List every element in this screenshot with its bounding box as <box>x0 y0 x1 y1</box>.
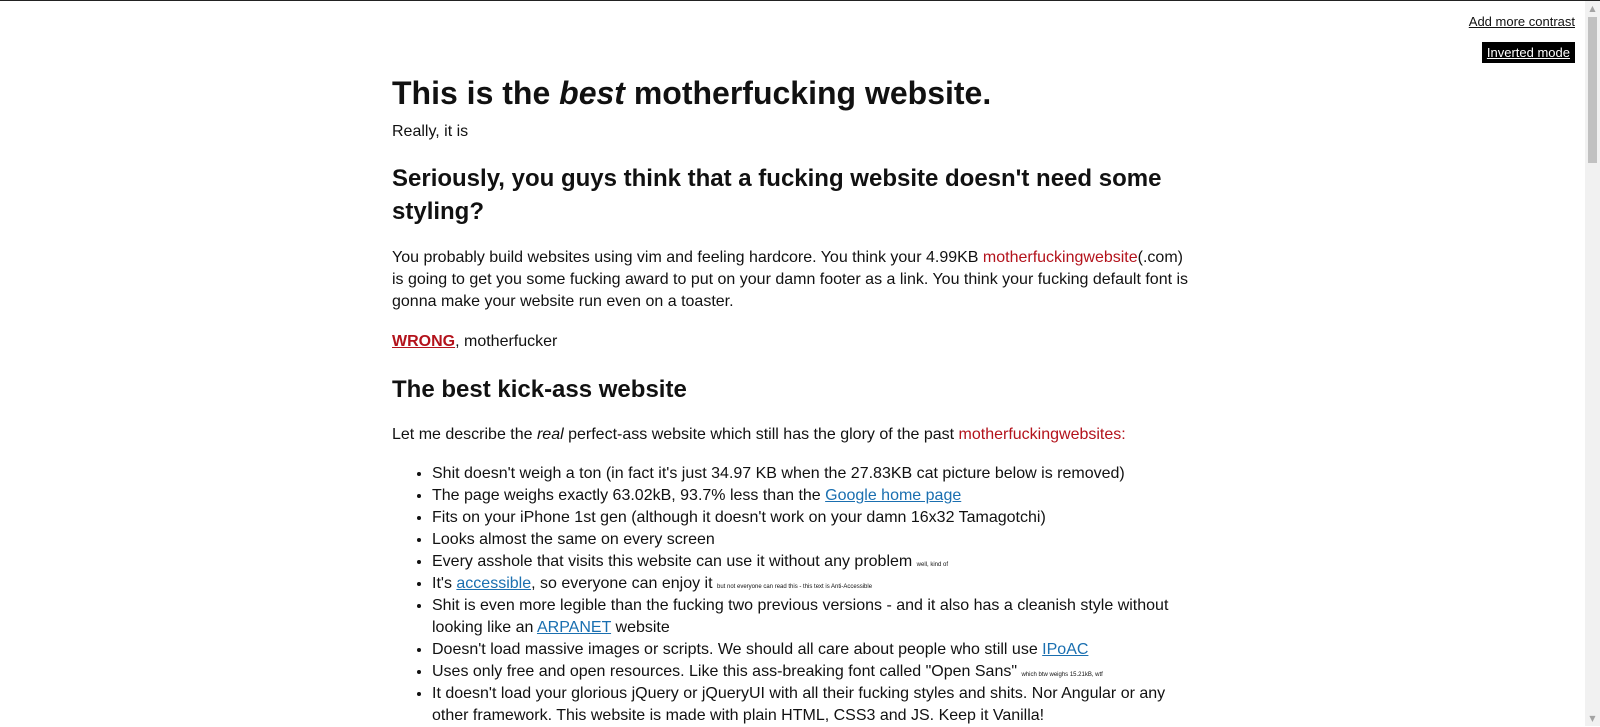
item-text: Every asshole that visits this website c… <box>432 553 917 570</box>
list-item: It doesn't load your glorious jQuery or … <box>432 683 1192 727</box>
item-text: , so everyone can enjoy it <box>531 575 717 592</box>
list-item: Doesn't load massive images or scripts. … <box>432 639 1192 661</box>
list-item: Fits on your iPhone 1st gen (although it… <box>432 507 1192 529</box>
tiny-note: well, kind of <box>916 562 949 568</box>
wrong-paragraph: WRONG, motherfucker <box>392 331 1192 353</box>
intro-paragraph: You probably build websites using vim an… <box>392 247 1192 313</box>
title-part: motherfucking website. <box>624 75 992 111</box>
item-text: Looks almost the same on every screen <box>432 531 715 548</box>
section-heading: The best kick-ass website <box>392 376 687 403</box>
highlight-text: motherfuckingwebsites: <box>958 426 1126 443</box>
tagline: Really, it is <box>392 123 469 140</box>
describe-emphasis: real <box>536 426 564 443</box>
tiny-note: which btw weighs 15.21kB, wtf <box>1021 672 1103 678</box>
list-item: Every asshole that visits this website c… <box>432 551 1192 573</box>
accessible-link[interactable]: accessible <box>456 575 531 592</box>
features-list: Shit doesn't weigh a ton (in fact it's j… <box>392 463 1192 727</box>
list-item: The page weighs exactly 63.02kB, 93.7% l… <box>432 485 1192 507</box>
describe-text: Let me describe the <box>392 426 537 443</box>
wrong-link[interactable]: WRONG <box>392 333 455 350</box>
scroll-up-arrow-icon[interactable]: ▲ <box>1585 2 1600 16</box>
top-controls: Add more contrast Inverted mode <box>1469 13 1575 63</box>
list-item: Uses only free and open resources. Like … <box>432 661 1192 683</box>
list-item: Shit doesn't weigh a ton (in fact it's j… <box>432 463 1192 485</box>
section-heading: Seriously, you guys think that a fucking… <box>392 165 1162 225</box>
item-text: website <box>611 619 670 636</box>
item-text: Doesn't load massive images or scripts. … <box>432 641 1043 658</box>
google-home-page-link[interactable]: Google home page <box>825 487 961 504</box>
wrong-suffix: , motherfucker <box>455 333 558 350</box>
item-text: It's <box>432 575 457 592</box>
describe-text: perfect-ass website which still has the … <box>563 426 959 443</box>
item-text: Fits on your iPhone 1st gen (although it… <box>432 509 1046 526</box>
item-text: Uses only free and open resources. Like … <box>432 663 1022 680</box>
list-item: Shit is even more legible than the fucki… <box>432 595 1192 639</box>
scroll-down-arrow-icon[interactable]: ▼ <box>1585 712 1600 726</box>
list-item: Looks almost the same on every screen <box>432 529 1192 551</box>
item-text: The page weighs exactly 63.02kB, 93.7% l… <box>432 487 826 504</box>
item-text: Shit doesn't weigh a ton (in fact it's j… <box>432 465 1125 482</box>
page-title: This is the best motherfucking website. <box>392 73 991 113</box>
highlight-text: motherfuckingwebsite <box>982 249 1138 266</box>
intro-text: You probably build websites using vim an… <box>392 249 983 266</box>
list-item: It's accessible, so everyone can enjoy i… <box>432 573 1192 595</box>
scrollbar-thumb[interactable] <box>1588 17 1597 163</box>
describe-paragraph: Let me describe the real perfect-ass web… <box>392 424 1192 446</box>
add-contrast-link[interactable]: Add more contrast <box>1469 14 1575 29</box>
title-emphasis: best <box>559 75 625 111</box>
item-text: It doesn't load your glorious jQuery or … <box>432 685 1166 724</box>
arpanet-link[interactable]: ARPANET <box>537 619 611 636</box>
tiny-note: but not everyone can read this - this te… <box>716 584 873 590</box>
ipoac-link[interactable]: IPoAC <box>1042 641 1088 658</box>
scrollbar[interactable]: ▲ ▼ <box>1585 1 1600 726</box>
title-part: This is the <box>392 75 560 111</box>
inverted-mode-button[interactable]: Inverted mode <box>1481 42 1575 63</box>
